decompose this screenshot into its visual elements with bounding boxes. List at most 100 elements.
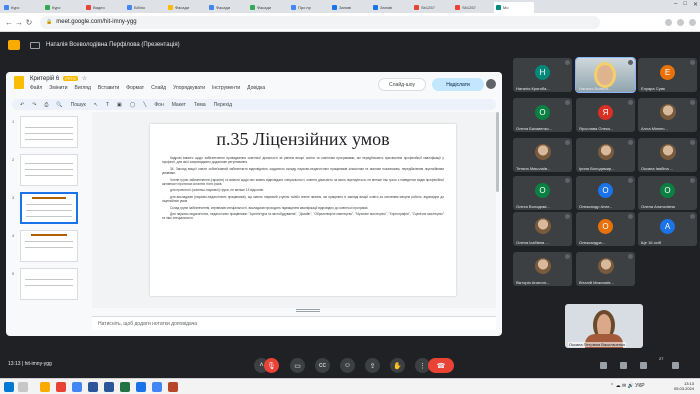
browser-tab[interactable]: Бібліо bbox=[125, 2, 165, 13]
info-icon[interactable] bbox=[600, 362, 607, 369]
app-icon[interactable] bbox=[136, 382, 146, 392]
powerpoint-icon[interactable] bbox=[168, 382, 178, 392]
browser-tab[interactable]: Курс bbox=[2, 2, 42, 13]
people-icon[interactable] bbox=[640, 362, 647, 369]
share-button[interactable]: Надіслати bbox=[432, 78, 484, 91]
raise-hand-icon[interactable]: ✋ bbox=[390, 358, 405, 373]
textbox-icon[interactable]: T bbox=[106, 102, 109, 108]
star-icon[interactable]: ☆ bbox=[82, 75, 87, 82]
menu-icon[interactable] bbox=[689, 18, 696, 26]
participant-tile[interactable]: Е Елуара Сумк bbox=[638, 58, 697, 92]
end-call-button[interactable]: ☎ bbox=[428, 358, 454, 373]
chrome-icon[interactable] bbox=[152, 382, 162, 392]
profile-icon[interactable] bbox=[677, 18, 684, 26]
minimize-icon[interactable]: – bbox=[674, 1, 677, 8]
activities-icon[interactable] bbox=[672, 362, 679, 369]
participant-tile[interactable]: Тетяна Миколаїв... bbox=[513, 138, 572, 172]
menu-item[interactable]: Файл bbox=[30, 85, 42, 91]
current-slide[interactable]: п.35 Ліцензійних умов Кадрові вимоги щод… bbox=[150, 124, 456, 296]
start-icon[interactable] bbox=[4, 382, 14, 392]
camera-icon[interactable]: ▭ bbox=[290, 358, 305, 373]
forward-icon[interactable]: → bbox=[14, 18, 24, 27]
slide-thumbnail[interactable] bbox=[20, 268, 78, 300]
search-icon[interactable] bbox=[18, 382, 28, 392]
self-view-tile[interactable]: Оксана Петрівна Васильченко bbox=[565, 304, 643, 348]
participant-tile[interactable]: О Олександр Анат... bbox=[576, 176, 635, 210]
captions-icon[interactable]: cc bbox=[315, 358, 330, 373]
avatar[interactable] bbox=[486, 79, 496, 89]
image-icon[interactable]: ▣ bbox=[117, 102, 122, 108]
shape-icon[interactable]: ◯ bbox=[130, 102, 136, 108]
participant-tile[interactable]: Оксана Івабіна ... bbox=[638, 138, 697, 172]
browser-tab[interactable]: Sb1257 bbox=[412, 2, 452, 13]
undo-icon[interactable]: ↶ bbox=[20, 102, 24, 108]
menu-item[interactable]: Вигляд bbox=[75, 85, 91, 91]
excel-icon[interactable] bbox=[120, 382, 130, 392]
doc-name[interactable]: Критерій 6 bbox=[30, 76, 59, 82]
url-field[interactable]: 🔒 meet.google.com/hit-imny-ygg bbox=[40, 15, 600, 29]
close-icon[interactable]: ✕ bbox=[693, 1, 698, 8]
participant-tile[interactable]: Наталія Всевол... bbox=[575, 57, 636, 93]
slide-thumbnail[interactable] bbox=[20, 154, 78, 186]
participant-tile[interactable]: Ірина Володимир... bbox=[576, 138, 635, 172]
slide-thumbnail-selected[interactable] bbox=[20, 192, 78, 224]
word-icon[interactable] bbox=[88, 382, 98, 392]
participant-tile[interactable]: О Олеся Володимі... bbox=[513, 176, 572, 210]
word-icon[interactable] bbox=[104, 382, 114, 392]
participant-tile[interactable]: Алла Міннеч... bbox=[638, 98, 697, 132]
file-explorer-icon[interactable] bbox=[40, 382, 50, 392]
participant-tile[interactable]: Олена Ісабівна ... bbox=[513, 212, 572, 246]
redo-icon[interactable]: ↷ bbox=[32, 102, 36, 108]
search-icon[interactable]: 🔍 bbox=[56, 102, 62, 108]
app-icon[interactable] bbox=[56, 382, 66, 392]
line-icon[interactable]: ╲ bbox=[143, 102, 146, 108]
maximize-icon[interactable]: □ bbox=[683, 1, 687, 8]
participant-tile[interactable]: Вікторія Анатолі... bbox=[513, 252, 572, 286]
toolbar-background[interactable]: Фон bbox=[154, 102, 163, 108]
browser-tab[interactable]: Курс bbox=[43, 2, 83, 13]
participant-tile[interactable]: Н Наталія Кригоба... bbox=[513, 58, 572, 92]
tray-icons[interactable]: ⌃ ☁ ✉ 🔊 УКР bbox=[610, 383, 645, 389]
browser-tab[interactable]: Видео bbox=[84, 2, 124, 13]
menu-item[interactable]: Довідка bbox=[247, 85, 265, 91]
menu-item[interactable]: Слайд bbox=[151, 85, 166, 91]
scrollbar[interactable] bbox=[496, 112, 499, 192]
chrome-icon[interactable] bbox=[72, 382, 82, 392]
back-icon[interactable]: ← bbox=[4, 18, 14, 27]
toolbar-theme[interactable]: Тема bbox=[194, 102, 206, 108]
slide-thumbnail[interactable] bbox=[20, 230, 78, 262]
participant-tile[interactable]: Я Ярослава Олеко... bbox=[576, 98, 635, 132]
browser-tab[interactable]: Фасади bbox=[248, 2, 288, 13]
emoji-icon[interactable]: ☺ bbox=[340, 358, 355, 373]
browser-tab[interactable]: Мо bbox=[494, 2, 534, 13]
slide-thumbnail[interactable] bbox=[20, 116, 78, 148]
print-icon[interactable]: ⎙ bbox=[44, 102, 48, 108]
keyboard-lang[interactable]: УКР bbox=[635, 383, 644, 389]
menu-item[interactable]: Вставити bbox=[98, 85, 119, 91]
reload-icon[interactable]: ↻ bbox=[24, 18, 34, 27]
participant-tile[interactable]: Віталій Миколаїв... bbox=[576, 252, 635, 286]
chat-icon[interactable] bbox=[620, 362, 627, 369]
browser-tab[interactable]: Запові bbox=[330, 2, 370, 13]
participant-tile[interactable]: О Олена Бахавенко... bbox=[513, 98, 572, 132]
clock[interactable]: 13:13 05.03.2024 bbox=[674, 381, 694, 391]
extension-icon[interactable] bbox=[665, 18, 672, 26]
notes-resize-handle[interactable] bbox=[296, 309, 320, 312]
speaker-notes[interactable]: Натисніть, щоб додати нотатки доповідача bbox=[92, 316, 496, 330]
present-icon[interactable]: ⇪ bbox=[365, 358, 380, 373]
slideshow-button[interactable]: Слайд-шоу bbox=[378, 78, 426, 91]
menu-item[interactable]: Змінити bbox=[49, 85, 67, 91]
mic-off-icon[interactable]: 🎙 bbox=[264, 358, 279, 373]
browser-tab[interactable]: Sb1257 bbox=[453, 2, 493, 13]
toolbar-layout[interactable]: Макет bbox=[172, 102, 186, 108]
browser-tab[interactable]: Про пр bbox=[289, 2, 329, 13]
browser-tab[interactable]: Фасади bbox=[207, 2, 247, 13]
participant-tile[interactable]: О Олександра... bbox=[576, 212, 635, 246]
cursor-icon[interactable]: ↖ bbox=[94, 102, 98, 108]
toolbar-search[interactable]: Пошук bbox=[71, 102, 86, 108]
participant-tile[interactable]: А Ще 16 осіб bbox=[638, 212, 697, 246]
menu-item[interactable]: Упорядкувати bbox=[173, 85, 205, 91]
toolbar-transition[interactable]: Перехід bbox=[214, 102, 232, 108]
browser-tab[interactable]: Фасади bbox=[166, 2, 206, 13]
menu-item[interactable]: Формат bbox=[126, 85, 144, 91]
